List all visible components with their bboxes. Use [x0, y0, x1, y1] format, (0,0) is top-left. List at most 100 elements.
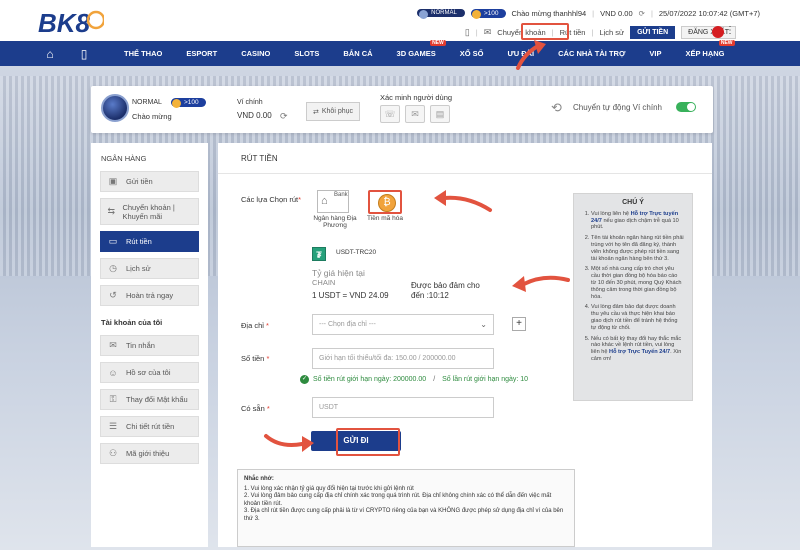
nav-item-label: XẾP HẠNG — [685, 49, 725, 58]
nav-item-label: CASINO — [241, 49, 271, 58]
add-address-button[interactable]: + — [512, 317, 526, 331]
verify-email-icon[interactable]: ✉ — [405, 105, 425, 123]
more-menu-icon[interactable]: ⋮ — [725, 25, 735, 36]
sidebar-item[interactable]: ▣ Gửi tiền — [100, 171, 199, 192]
note-item: Một số nhà cung cấp trò chơi yêu cầu thờ… — [591, 266, 684, 300]
main-wallet-value: VND 0.00 — [237, 111, 272, 120]
note-text: Vui lòng liên hệ — [591, 210, 631, 217]
notes-panel: CHÚ Ý Vui lòng liên hệ Hỗ trợ Trực tuyến… — [573, 193, 693, 401]
reminder-line: 1. Vui lòng xác nhận tỷ giá quy đổi hiện… — [244, 485, 414, 492]
bank-option-caption: Ngân hàng Địa Phương — [313, 215, 357, 229]
greeting-text: Chào mừng thanhhl94 — [511, 8, 587, 18]
crypto-option-caption: Tiền mã hóa — [367, 215, 403, 222]
history-icon: ◷ — [109, 263, 117, 273]
address-select[interactable]: --- Chọn địa chỉ --- ⌄ — [312, 314, 494, 335]
restore-label: Khôi phục — [321, 108, 353, 115]
reminder-title: Nhắc nhở: — [244, 476, 274, 482]
sidebar-item[interactable]: ◷ Lịch sử — [100, 258, 199, 279]
crypto-option[interactable] — [368, 190, 402, 214]
sidebar-item-label: Chuyển khoản | Khuyến mãi — [122, 202, 175, 221]
bk8-logo[interactable]: BK8 — [38, 7, 104, 37]
profile-greeting: Chào mừng — [132, 112, 172, 121]
sidebar-item[interactable]: ☰ Chi tiết rút tiền — [100, 416, 199, 437]
rate-label: Tỷ giá hiện tại — [312, 268, 365, 278]
verify-id-icon[interactable]: ▤ — [430, 105, 450, 123]
limit-count: Số lần rút giới hạn ngày: 10 — [442, 376, 529, 383]
bank-icon: ⌂ — [321, 195, 328, 207]
sidebar-item[interactable]: ⚇ Mã giới thiệu — [100, 443, 199, 464]
nav-item[interactable]: CÁC NHÀ TÀI TRỢ — [546, 49, 637, 58]
nav-item-label: 3D GAMES — [396, 49, 436, 58]
withdraw-link-highlight — [521, 23, 569, 40]
note-text: Hỗ trợ Trực Tuyến 24/7 — [609, 349, 671, 356]
bank-tag: Bank — [334, 192, 348, 198]
main-nav: ⌂ ▯ THỂ THAO ESPORT CASINO SLOTS BẮN CÁ 3D GA… — [0, 40, 800, 66]
refresh-balance-icon[interactable]: ⟳ — [639, 9, 645, 18]
nav-item[interactable]: XẾP HẠNG NEW — [673, 40, 736, 58]
nav-item-label: VIP — [649, 49, 662, 58]
new-badge: NEW — [430, 40, 446, 46]
restore-icon: ⇄ — [312, 108, 319, 116]
reminder-line: 3. Địa chỉ rút tiền được cung cấp phải l… — [244, 508, 564, 522]
balance-text: VND 0.00 — [600, 8, 633, 18]
verify-user-label: Xác minh người dùng — [380, 93, 453, 102]
amount-input[interactable]: Giới hạn tối thiểu/tối đa: 150.00 / 2000… — [312, 348, 494, 369]
sidebar-item-label: Thay đổi Mật khẩu — [126, 395, 188, 404]
tether-icon[interactable]: ₮ — [312, 247, 326, 261]
nav-item[interactable]: CASINO — [229, 49, 282, 58]
history-link[interactable]: Lịch sử — [599, 28, 624, 37]
nav-item[interactable]: SLOTS — [282, 49, 331, 58]
guarantee-label: Được bảo đảm cho — [411, 281, 480, 290]
notes-title: CHÚ Ý — [622, 199, 644, 206]
note-item: Vui lòng liên hệ Hỗ trợ Trực tuyến 24/7 … — [591, 211, 684, 231]
available-input[interactable]: USDT — [312, 397, 494, 418]
language-flag-icon[interactable] — [712, 26, 724, 38]
top-bar: BK8 NORMAL >100 Chào mừng thanhhl94 | VN… — [0, 0, 800, 41]
note-text: Một số nhà cung cấp trò chơi yêu cầu thờ… — [591, 266, 682, 300]
nav-item[interactable]: XỔ SỐ — [448, 49, 496, 58]
nav-item-label: XỔ SỐ — [459, 49, 484, 58]
address-placeholder: --- Chọn địa chỉ --- — [319, 321, 376, 328]
sidebar-item-label: Tin nhắn — [126, 341, 155, 350]
note-text: nếu giao dịch chậm trễ quá 10 phút. — [591, 217, 679, 231]
refresh-icon[interactable]: ⟳ — [280, 111, 288, 122]
page-title: RÚT TIỀN — [241, 154, 278, 163]
reminder-line: 2. Vui lòng đảm bảo cung cấp địa chỉ chí… — [244, 493, 552, 507]
amount-label: Số tiền * — [241, 354, 270, 363]
sidebar-item-label: Hoàn trả ngay — [126, 291, 174, 300]
deposit-button[interactable]: GỬI TIỀN — [630, 25, 676, 39]
level-badge: >100 — [470, 8, 506, 19]
auto-transfer-toggle[interactable] — [676, 102, 696, 112]
sidebar-item[interactable]: ☺ Hồ sơ của tôi — [100, 362, 199, 383]
verify-phone-icon[interactable]: ☏ — [380, 105, 400, 123]
submit-highlight — [336, 428, 400, 456]
restore-button[interactable]: ⇄ Khôi phục — [306, 102, 360, 121]
auto-transfer-icon: ⟲ — [551, 100, 562, 115]
nav-item[interactable]: THỂ THAO — [112, 49, 174, 58]
sidebar-item-label: Hồ sơ của tôi — [126, 368, 171, 377]
nav-item[interactable]: VIP — [637, 49, 673, 58]
new-badge: NEW — [718, 40, 735, 46]
sidebar-item[interactable]: ⇆ Chuyển khoản | Khuyến mãi — [100, 198, 199, 225]
nav-item-label: THỂ THAO — [124, 49, 163, 58]
nav-item[interactable]: ƯU ĐÃI — [496, 49, 547, 58]
address-label: Địa chỉ * — [241, 321, 269, 330]
sidebar-item[interactable]: ↺ Hoàn trả ngay — [100, 285, 199, 306]
home-icon[interactable]: ⌂ — [36, 47, 64, 61]
sidebar-item[interactable]: ▭ Rút tiền — [100, 231, 199, 252]
bank-option[interactable]: ⌂ Bank — [317, 190, 349, 213]
limit-day: Số tiền rút giới hạn ngày: 200000.00 — [313, 376, 427, 383]
auto-transfer-label: Chuyển tự động Ví chính — [573, 103, 662, 112]
mobile-icon[interactable]: ▯ — [465, 27, 470, 38]
sidebar-item[interactable]: ✉ Tin nhắn — [100, 335, 199, 356]
mail-icon[interactable]: ✉ — [484, 27, 492, 38]
nav-item[interactable]: 3D GAMES NEW — [385, 40, 448, 58]
mobile-app-icon[interactable]: ▯ — [70, 47, 98, 61]
detail-icon: ☰ — [108, 421, 118, 431]
account-status-line: NORMAL >100 Chào mừng thanhhl94 | VND 0.… — [417, 6, 760, 20]
nav-item[interactable]: BẮN CÁ — [331, 49, 384, 58]
logo-text: BK8 — [38, 8, 91, 37]
sidebar-item[interactable]: ⚿ Thay đổi Mật khẩu — [100, 389, 199, 410]
nav-item[interactable]: ESPORT — [174, 49, 229, 58]
deposit-icon: ▣ — [108, 176, 118, 186]
